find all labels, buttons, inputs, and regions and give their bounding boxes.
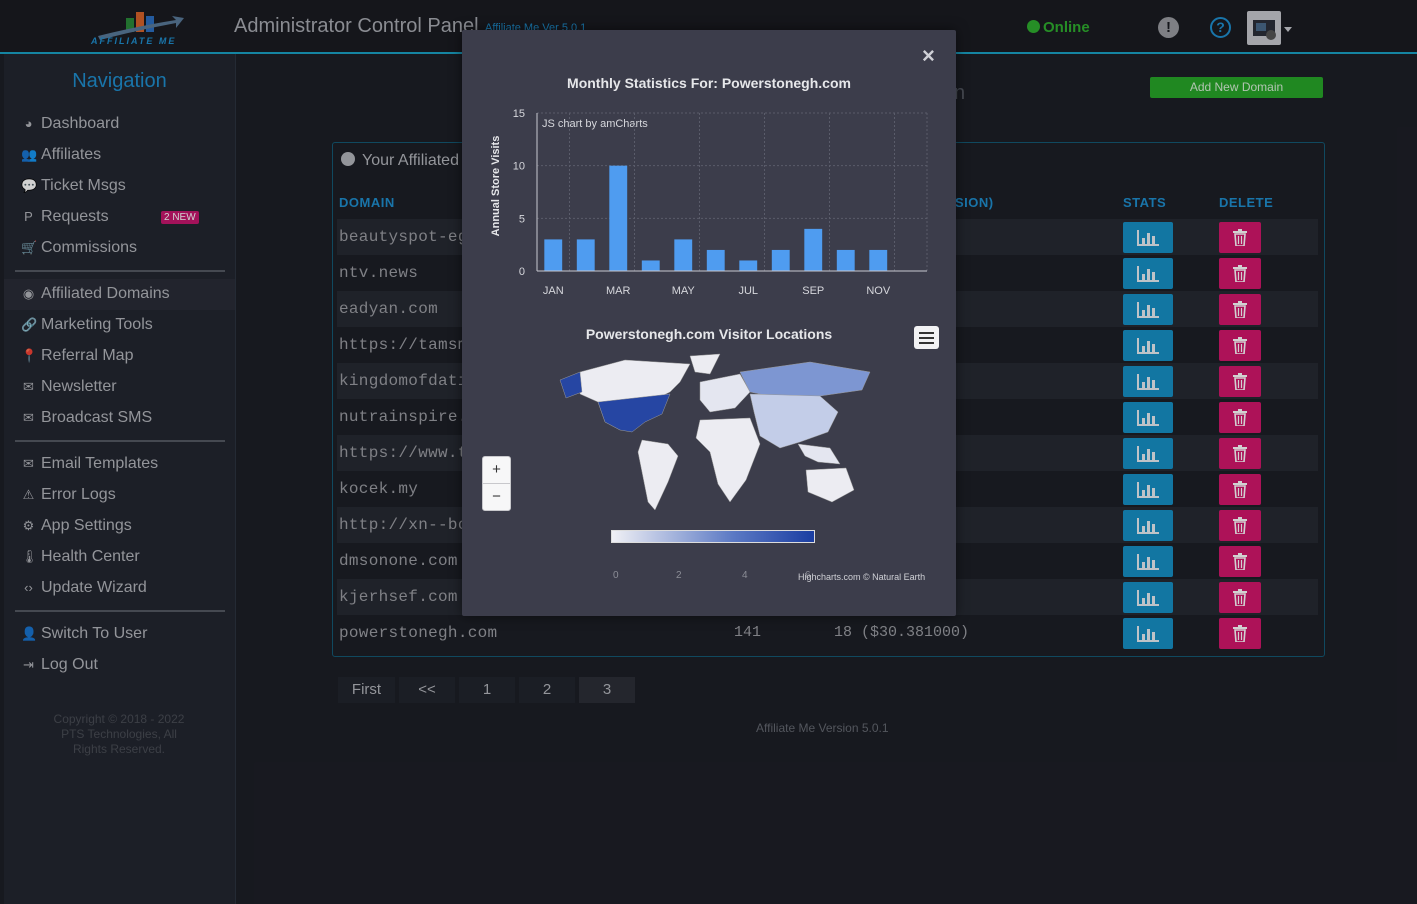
chart-bar [836, 249, 855, 271]
x-tick-label: MAY [672, 285, 696, 297]
x-tick-label: SEP [802, 285, 824, 297]
y-tick-label: 15 [513, 108, 525, 120]
map-title: Powerstonegh.com Visitor Locations [585, 326, 833, 342]
x-tick-label: NOV [866, 285, 891, 297]
chart-bar [609, 165, 628, 271]
legend-tick: 2 [676, 570, 682, 581]
map-greenland [689, 353, 721, 375]
map-zoom-out-button[interactable]: − [482, 483, 511, 511]
map-credits[interactable]: Highcharts.com © Natural Earth [798, 572, 925, 582]
color-legend-bar [611, 530, 815, 543]
chart-bar [641, 260, 660, 271]
chart-bar [706, 249, 725, 271]
legend-tick: 0 [613, 570, 619, 581]
y-tick-label: 5 [519, 213, 525, 225]
map-africa [695, 417, 761, 503]
chart-bar [869, 249, 888, 271]
menu-line-icon [919, 332, 934, 334]
map-menu-button[interactable] [914, 326, 939, 349]
x-tick-label: JAN [543, 285, 564, 297]
chart-bar [739, 260, 758, 271]
world-map[interactable] [550, 352, 880, 512]
map-alaska [559, 371, 583, 399]
chart-bar [674, 239, 693, 271]
menu-line-icon [919, 342, 934, 344]
x-tick-label: JUL [738, 285, 758, 297]
chart-bar [544, 239, 563, 271]
close-icon[interactable]: × [922, 43, 935, 69]
monthly-visits-chart: 0 5 10 15 JAN MAR MAY JUL SEP NOV [513, 108, 928, 297]
menu-line-icon [919, 337, 934, 339]
y-tick-label: 10 [513, 161, 525, 173]
stats-modal: × Monthly Statistics For: Powerstonegh.c… [462, 30, 956, 616]
map-russia [739, 361, 871, 399]
chart-title: Monthly Statistics For: Powerstonegh.com [567, 75, 851, 91]
map-asia [749, 393, 839, 449]
chart-bar [804, 228, 823, 271]
chart-bar [771, 249, 790, 271]
y-tick-label: 0 [519, 266, 525, 278]
x-tick-label: MAR [606, 285, 631, 297]
map-australia [805, 467, 855, 503]
legend-tick: 4 [742, 570, 748, 581]
map-south-america [637, 439, 679, 511]
map-zoom-in-button[interactable]: + [482, 456, 511, 484]
map-europe [699, 373, 751, 413]
chart-bar [576, 239, 595, 271]
map-southeast-asia [797, 443, 841, 465]
